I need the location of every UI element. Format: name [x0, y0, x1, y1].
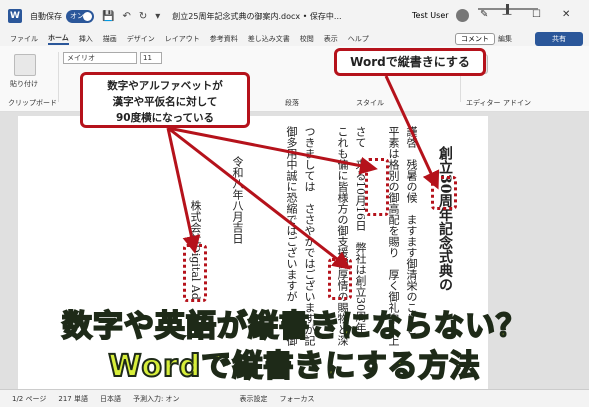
clipboard-group-label: クリップボード [8, 99, 57, 107]
title-bar: W 自動保存 オン 💾 ↶ ↻ ▾ 創立25周年記念式典の御案内.docx • … [0, 0, 589, 32]
style-group-label: スタイル [356, 99, 384, 107]
rotation-callout-text: 数字やアルファベットが 漢字や平仮名に対して 90度横になっている [107, 80, 223, 124]
font-name-select[interactable]: メイリオ [63, 52, 137, 64]
document-date: 令和八年八月吉日 [231, 156, 244, 244]
paragraph-group-label: 段落 [285, 99, 299, 107]
comment-button[interactable]: コメント [455, 33, 495, 45]
tab-references[interactable]: 参考資料 [210, 34, 238, 44]
tab-help[interactable]: ヘルプ [348, 34, 369, 44]
language-indicator[interactable]: 日本語 [100, 394, 121, 404]
font-size-select[interactable]: 11 [140, 52, 162, 64]
highlight-box [365, 158, 389, 216]
redo-icon[interactable]: ↻ [139, 11, 147, 22]
page-count[interactable]: 1/2 ページ [12, 394, 46, 404]
zoom-slider-handle[interactable] [506, 4, 509, 14]
pen-icon[interactable]: ✎ [480, 9, 488, 20]
document-title: 創立25周年記念式典の御案内.docx • 保存中... [172, 11, 342, 21]
word-count[interactable]: 217 単語 [58, 394, 88, 404]
predict-indicator[interactable]: 予測入力: オン [133, 394, 180, 404]
avatar[interactable] [456, 9, 469, 22]
document-line: さて 来る10月16日 弊社は創立30周年 [354, 126, 367, 333]
tab-file[interactable]: ファイル [10, 34, 38, 44]
undo-icon[interactable]: ↶ [122, 11, 130, 22]
autosave-label: 自動保存 [30, 11, 62, 21]
tab-design[interactable]: デザイン [127, 34, 155, 44]
tab-draw[interactable]: 描画 [103, 34, 117, 44]
rotation-callout: 数字やアルファベットが 漢字や平仮名に対して 90度横になっている [80, 72, 250, 128]
document-heading: 創立30周年記念式典の [437, 146, 453, 292]
user-name[interactable]: Test User [412, 11, 449, 20]
save-icon[interactable]: 💾 [102, 11, 114, 22]
tab-mailings[interactable]: 差し込み文書 [248, 34, 290, 44]
vertical-callout: Wordで縦書きにする [334, 48, 486, 76]
word-logo-icon: W [8, 9, 22, 23]
status-bar: 1/2 ページ 217 単語 日本語 予測入力: オン 表示設定 フォーカス [0, 389, 589, 407]
tab-view[interactable]: 表示 [324, 34, 338, 44]
customize-icon[interactable]: ▾ [155, 11, 160, 22]
highlight-box [328, 258, 352, 300]
document-line: 謹啓 残暑の候 ますます御清栄のことと [405, 126, 418, 335]
tab-review[interactable]: 校閲 [300, 34, 314, 44]
tab-layout[interactable]: レイアウト [165, 34, 200, 44]
share-button[interactable]: 共有 [535, 32, 583, 46]
ribbon-divider [58, 52, 59, 102]
banner-title-line2: Wordで縦書きにする方法 [107, 348, 481, 385]
tab-home[interactable]: ホーム [48, 33, 69, 45]
paste-icon[interactable] [14, 54, 36, 76]
display-settings[interactable]: 表示設定 [240, 394, 268, 404]
addin-label[interactable]: アドイン [503, 98, 531, 108]
maximize-icon[interactable]: ☐ [532, 9, 541, 20]
autosave-toggle[interactable]: オン [66, 9, 94, 23]
focus-button[interactable]: フォーカス [280, 394, 315, 404]
banner-title-line1: 数字や英語が縦書きにならない？ [61, 308, 527, 345]
close-icon[interactable]: ✕ [562, 9, 570, 20]
paste-label[interactable]: 貼り付け [10, 79, 38, 89]
highlight-box [183, 244, 207, 302]
highlight-box [431, 176, 457, 210]
edit-mode-button[interactable]: 編集 [498, 33, 532, 45]
tab-insert[interactable]: 挿入 [79, 34, 93, 44]
editor-label[interactable]: エディター [466, 98, 501, 108]
